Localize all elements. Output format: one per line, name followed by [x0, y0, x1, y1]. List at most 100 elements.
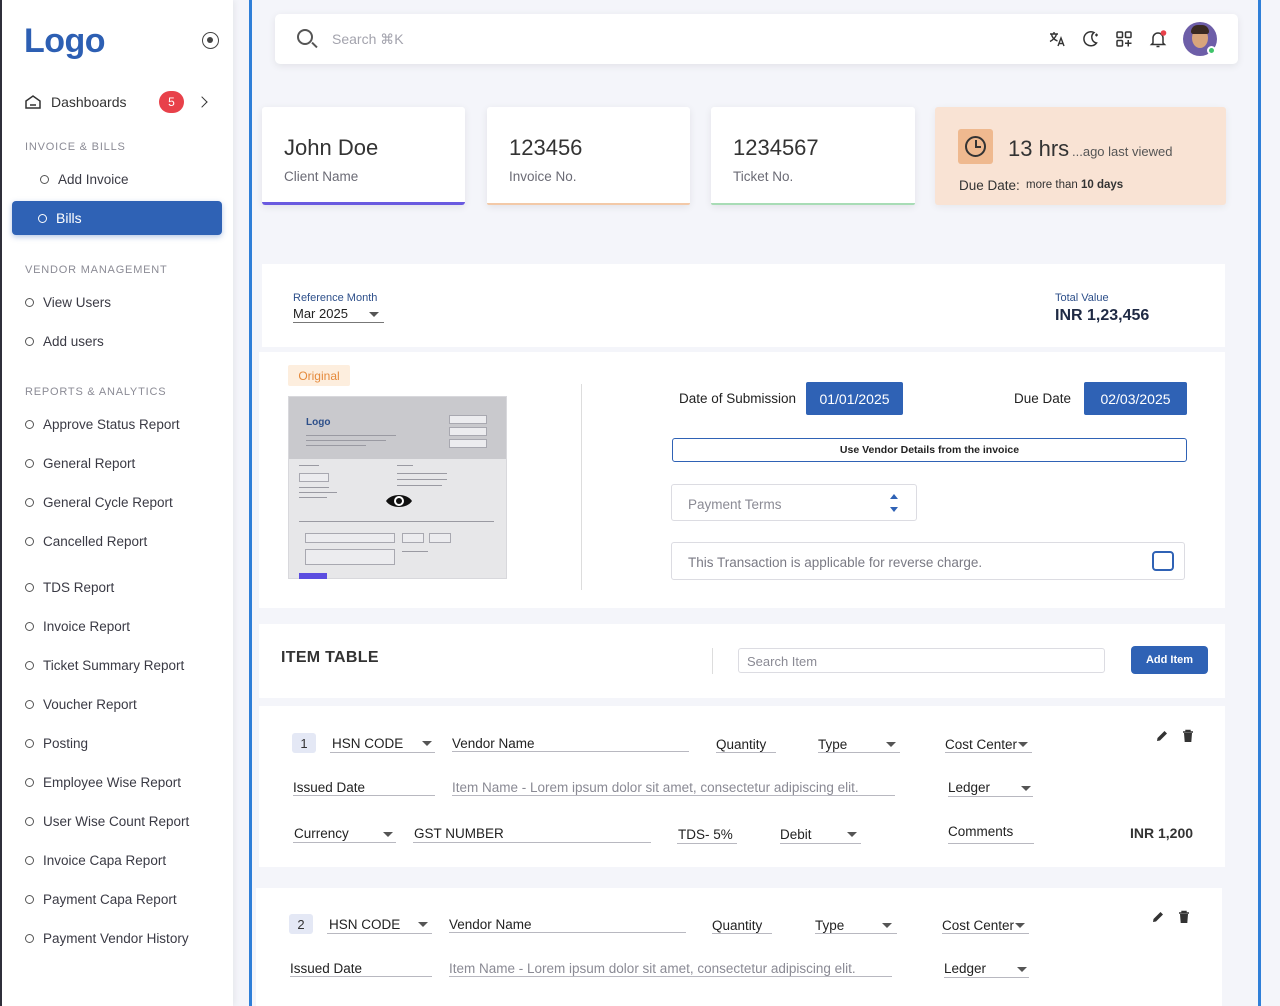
sidebar-item-invoice-report[interactable]: Invoice Report [25, 614, 130, 638]
edit-pencil-icon[interactable] [1151, 910, 1165, 924]
ticket-no-card: 1234567 Ticket No. [711, 107, 915, 205]
hsn-code-select[interactable]: HSN CODE [332, 736, 403, 751]
payment-terms-select[interactable]: Payment Terms [671, 484, 917, 521]
debit-select[interactable]: Debit [780, 827, 812, 842]
chevron-down-icon[interactable] [886, 742, 896, 747]
sort-up-icon [890, 494, 898, 499]
chevron-down-icon[interactable] [383, 832, 393, 837]
type-select[interactable]: Type [815, 918, 844, 933]
chevron-down-icon[interactable] [369, 312, 379, 317]
chevron-down-icon[interactable] [847, 832, 857, 837]
card-accent [487, 203, 690, 205]
client-name-value: John Doe [284, 135, 379, 160]
quantity-field[interactable]: Quantity [716, 737, 766, 752]
sidebar-item-label: TDS Report [43, 579, 115, 595]
search-input[interactable]: Search ⌘K [332, 31, 404, 48]
eye-icon[interactable] [385, 492, 413, 510]
sidebar-item-label: Cancelled Report [43, 533, 148, 549]
type-select[interactable]: Type [818, 737, 847, 752]
sidebar-item-general-cycle-report[interactable]: General Cycle Report [25, 490, 173, 514]
dark-mode-icon[interactable] [1080, 29, 1100, 49]
sidebar-item-view-users[interactable]: View Users [25, 290, 111, 314]
edit-pencil-icon[interactable] [1155, 729, 1169, 743]
sidebar-item-tds-report[interactable]: TDS Report [25, 575, 114, 599]
chevron-down-icon[interactable] [422, 741, 432, 746]
sidebar-item-user-wise-count-report[interactable]: User Wise Count Report [25, 809, 189, 833]
item-name-field[interactable]: Item Name - Lorem ipsum dolor sit amet, … [452, 780, 859, 795]
sidebar-item-voucher-report[interactable]: Voucher Report [25, 692, 137, 716]
sidebar-item-dashboards[interactable]: Dashboards 5 [24, 88, 214, 116]
hsn-code-select[interactable]: HSN CODE [329, 917, 400, 932]
issued-date-field[interactable]: Issued Date [290, 961, 362, 976]
due-days: 10 days [1080, 179, 1124, 191]
delete-trash-icon[interactable] [1181, 729, 1195, 743]
sidebar-item-invoice-capa-report[interactable]: Invoice Capa Report [25, 848, 166, 872]
item-row [256, 888, 1222, 1006]
ticket-no-caption: Ticket No. [733, 169, 794, 184]
chevron-right-icon [196, 96, 208, 108]
sidebar-item-bills[interactable]: Bills [12, 201, 222, 235]
invoice-preview[interactable]: Logo [288, 396, 507, 579]
issued-date-field[interactable]: Issued Date [293, 780, 365, 795]
payment-terms-placeholder: Payment Terms [688, 497, 782, 512]
sidebar-item-approve-status-report[interactable]: Approve Status Report [25, 412, 180, 436]
chevron-down-icon[interactable] [1018, 742, 1028, 747]
comments-field[interactable]: Comments [948, 824, 1013, 839]
add-item-button[interactable]: Add Item [1131, 646, 1208, 674]
sidebar-item-label: Payment Vendor History [43, 930, 189, 946]
currency-select[interactable]: Currency [294, 826, 349, 841]
quantity-field[interactable]: Quantity [712, 918, 762, 933]
sidebar-item-label: Dashboards [51, 94, 127, 110]
app-logo[interactable]: Logo [24, 22, 106, 61]
use-vendor-details-button[interactable]: Use Vendor Details from the invoice [672, 438, 1187, 462]
circle-icon [25, 297, 34, 307]
due-date-field[interactable]: 02/03/2025 [1084, 382, 1187, 415]
delete-trash-icon[interactable] [1177, 910, 1191, 924]
sidebar-item-add-invoice[interactable]: Add Invoice [40, 167, 129, 191]
date-of-submission-field[interactable]: 01/01/2025 [806, 382, 903, 415]
reverse-charge-text: This Transaction is applicable for rever… [688, 555, 983, 570]
chevron-down-icon[interactable] [1021, 786, 1031, 791]
chevron-down-icon[interactable] [882, 923, 892, 928]
item-search-input[interactable]: Search Item [738, 648, 1105, 673]
chevron-down-icon[interactable] [418, 922, 428, 927]
item-name-field[interactable]: Item Name - Lorem ipsum dolor sit amet, … [449, 961, 856, 976]
reverse-charge-checkbox[interactable] [1152, 551, 1174, 571]
sidebar-item-posting[interactable]: Posting [25, 731, 88, 755]
sidebar-item-payment-capa-report[interactable]: Payment Capa Report [25, 887, 177, 911]
tds-field[interactable]: TDS- 5% [678, 827, 733, 842]
sidebar-item-general-report[interactable]: General Report [25, 451, 135, 475]
sidebar-item-cancelled-report[interactable]: Cancelled Report [25, 529, 147, 553]
ledger-select[interactable]: Ledger [948, 780, 990, 795]
last-viewed-suffix: ...ago last viewed [1072, 144, 1173, 159]
apps-grid-icon[interactable] [1114, 29, 1134, 49]
notification-bell-icon[interactable] [1148, 29, 1168, 49]
sidebar-item-add-users[interactable]: Add users [25, 329, 104, 353]
chevron-down-icon[interactable] [1017, 967, 1027, 972]
translate-icon[interactable] [1047, 29, 1067, 49]
invoice-no-card: 123456 Invoice No. [487, 107, 690, 205]
vendor-name-field[interactable]: Vendor Name [449, 917, 532, 932]
circle-icon [25, 419, 34, 429]
vendor-name-field[interactable]: Vendor Name [452, 736, 535, 751]
last-viewed-card: 13 hrs ...ago last viewed Due Date: more… [935, 107, 1226, 205]
cost-center-select[interactable]: Cost Center [945, 737, 1017, 752]
due-date-value: more than 10 days [1026, 179, 1123, 191]
reverse-charge-row: This Transaction is applicable for rever… [671, 542, 1185, 580]
sidebar-item-ticket-summary-report[interactable]: Ticket Summary Report [25, 653, 184, 677]
search-icon[interactable] [297, 29, 313, 45]
ledger-select[interactable]: Ledger [944, 961, 986, 976]
total-value-label: Total Value [1055, 292, 1109, 304]
sidebar-item-payment-vendor-history[interactable]: Payment Vendor History [25, 926, 189, 950]
reference-month-label: Reference Month [293, 292, 378, 304]
sidebar-toggle-icon[interactable] [202, 32, 219, 49]
original-badge: Original [288, 365, 350, 386]
chevron-down-icon[interactable] [1015, 923, 1025, 928]
reference-month-select[interactable]: Mar 2025 [293, 306, 348, 321]
cost-center-select[interactable]: Cost Center [942, 918, 1014, 933]
sidebar-item-label: View Users [43, 294, 112, 310]
gst-number-field[interactable]: GST NUMBER [414, 826, 504, 841]
section-heading: REPORTS & ANALYTICS [25, 386, 167, 398]
sidebar-item-label: Add Invoice [58, 171, 129, 187]
sidebar-item-employee-wise-report[interactable]: Employee Wise Report [25, 770, 181, 794]
